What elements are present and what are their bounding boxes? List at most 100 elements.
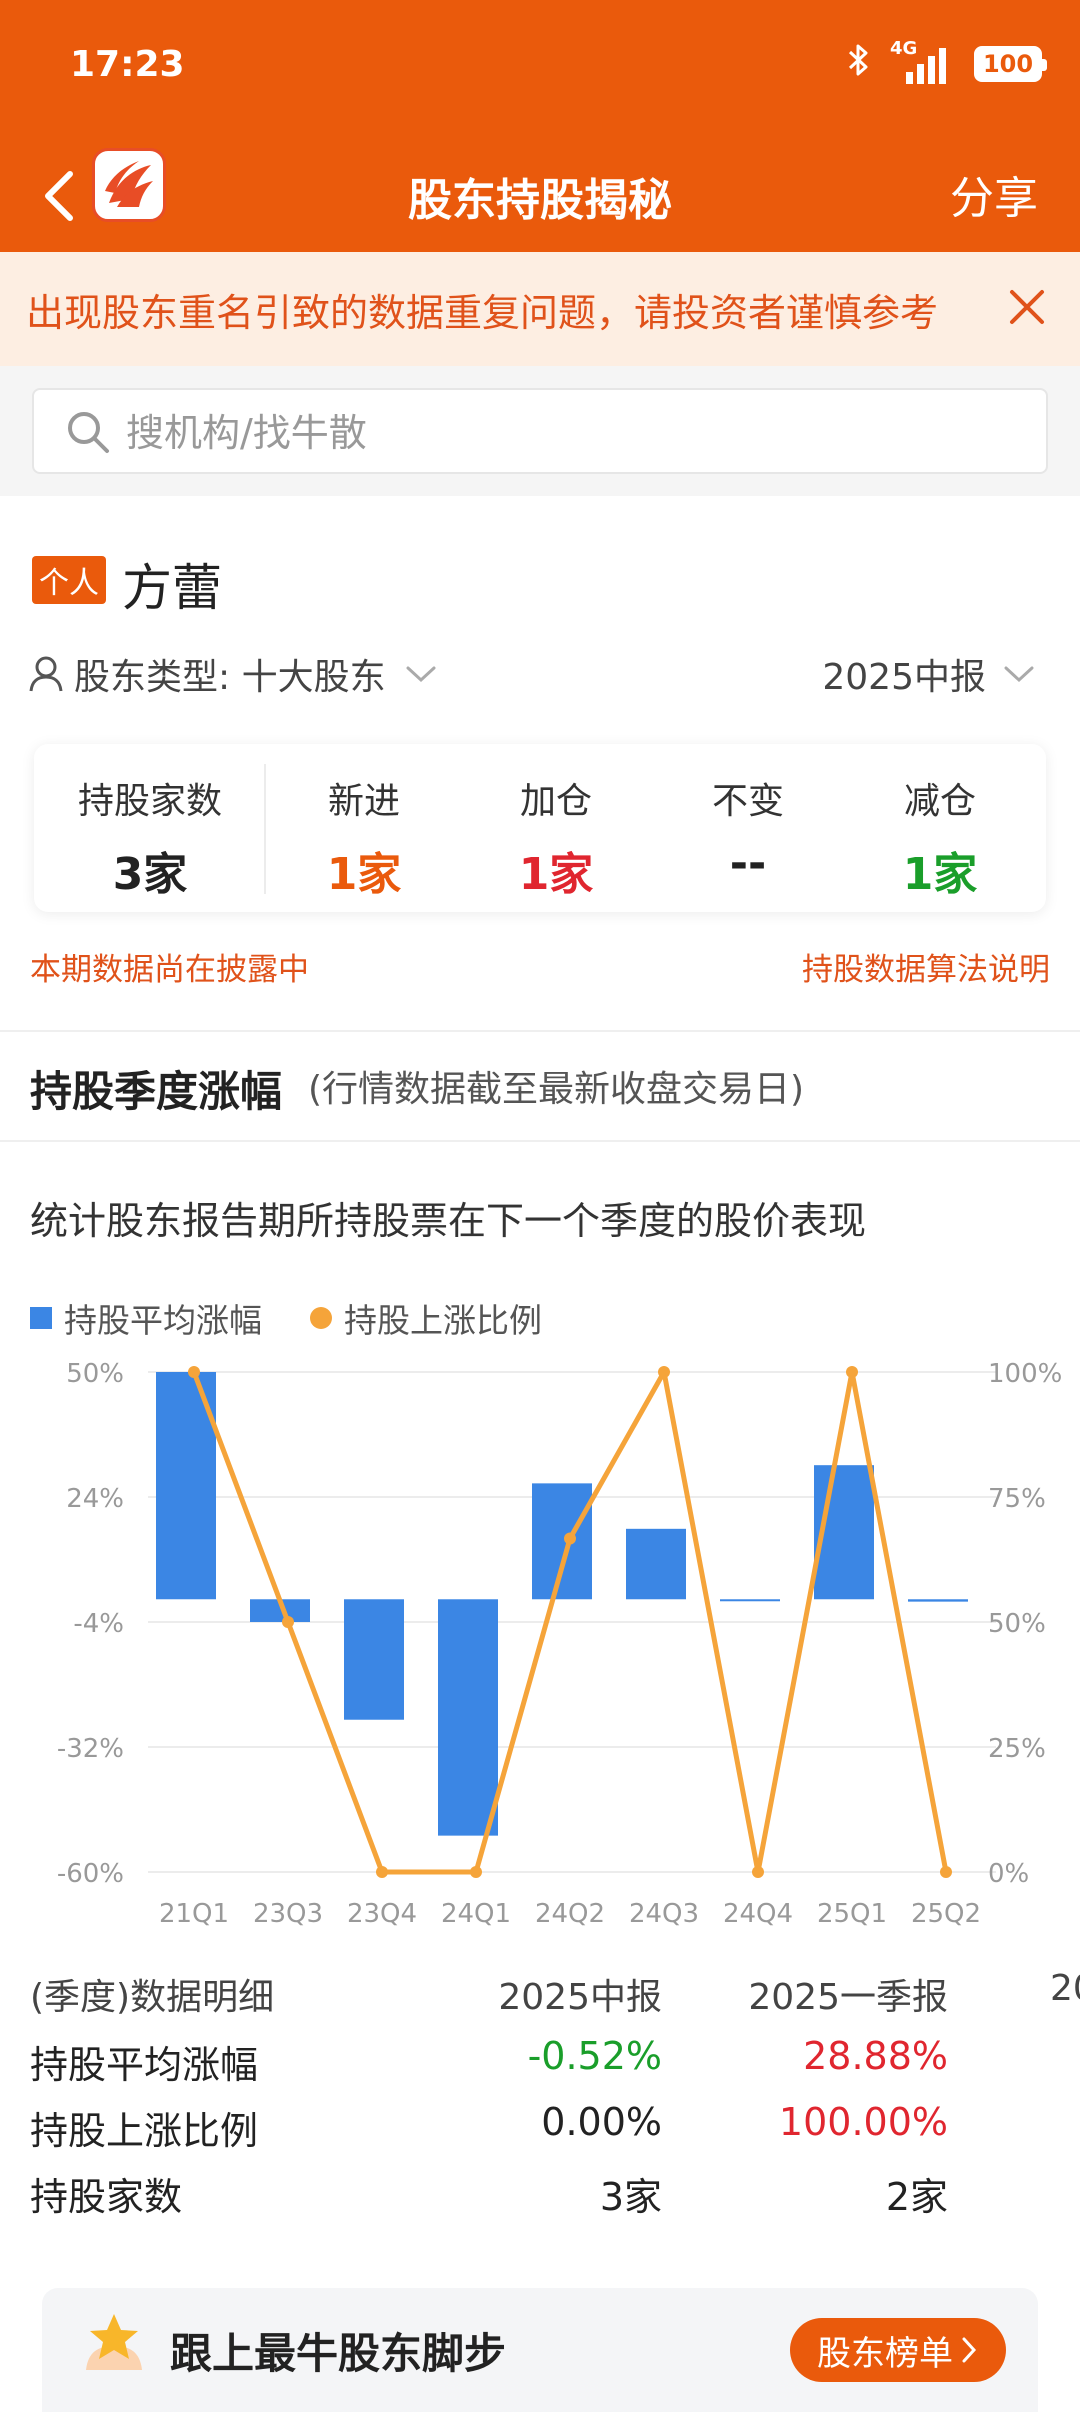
bar xyxy=(438,1599,498,1836)
table-row: 持股平均涨幅 -0.52% 28.88% xyxy=(30,2034,1080,2100)
shareholder-ranking-button[interactable]: 股东榜单 xyxy=(790,2318,1006,2382)
stat-unchanged[interactable]: 不变 -- xyxy=(688,772,808,889)
x-tick-label: 24Q2 xyxy=(535,1899,605,1929)
status-time: 17:23 xyxy=(70,44,185,85)
stat-add[interactable]: 加仓 1家 xyxy=(496,772,616,902)
nav-bar: 股东持股揭秘 分享 xyxy=(0,140,1080,252)
y-right-tick-label: 0% xyxy=(988,1859,1029,1889)
section-subtitle: (行情数据截至最新收盘交易日) xyxy=(308,1069,805,1110)
y-right-tick-label: 100% xyxy=(988,1359,1062,1389)
search-area xyxy=(0,366,1080,496)
stat-add-value: 1家 xyxy=(518,849,594,900)
x-tick-label: 24Q3 xyxy=(629,1899,699,1929)
table-header-col[interactable]: 20 xyxy=(1050,1968,1080,2009)
bar xyxy=(626,1528,686,1600)
search-icon xyxy=(64,408,112,456)
section-divider xyxy=(0,1140,1080,1142)
stat-reduce[interactable]: 减仓 1家 xyxy=(880,772,1000,902)
table-row-label: 持股平均涨幅 xyxy=(30,2043,259,2087)
status-bar: 17:23 4G 100 xyxy=(0,0,1080,140)
x-tick-label: 25Q1 xyxy=(817,1899,887,1929)
x-tick-label: 24Q1 xyxy=(441,1899,511,1929)
table-cell: 0.00% xyxy=(541,2100,662,2144)
section-divider xyxy=(0,1030,1080,1032)
stat-reduce-label: 减仓 xyxy=(903,781,976,822)
table-row: 持股上涨比例 0.00% 100.00% xyxy=(30,2100,1080,2166)
y-left-tick-label: -60% xyxy=(57,1859,124,1889)
bar xyxy=(532,1483,592,1600)
table-cell: 100.00% xyxy=(778,2100,948,2144)
profile-type-badge: 个人 xyxy=(32,556,106,604)
battery-icon: 100 xyxy=(974,46,1047,82)
notice-text: 出现股东重名引致的数据重复问题，请投资者谨慎参考 xyxy=(26,291,939,335)
page-title: 股东持股揭秘 xyxy=(408,175,672,226)
line-point xyxy=(658,1366,670,1378)
chart-description: 统计股东报告期所持股票在下一个季度的股价表现 xyxy=(30,1199,867,1243)
shareholder-ranking-label: 股东榜单 xyxy=(817,2333,953,2374)
quarterly-detail-table: (季度)数据明细 2025中报 2025一季报 20 持股平均涨幅 -0.52%… xyxy=(30,1968,1080,2232)
x-tick-label: 24Q4 xyxy=(723,1899,793,1929)
legend-line-swatch xyxy=(310,1307,332,1329)
line-point xyxy=(752,1866,764,1878)
stat-holdings-label: 持股家数 xyxy=(77,781,222,822)
y-right-tick-label: 50% xyxy=(988,1609,1046,1639)
section-title: 持股季度涨幅 xyxy=(30,1067,283,1116)
y-left-tick-label: 24% xyxy=(66,1484,124,1514)
y-right-tick-label: 25% xyxy=(988,1734,1046,1764)
line-point xyxy=(564,1532,576,1545)
table-cell: 3家 xyxy=(599,2175,662,2219)
y-left-tick-label: -4% xyxy=(73,1609,124,1639)
search-input[interactable] xyxy=(126,408,1006,458)
star-icon xyxy=(78,2308,150,2380)
legend-bar-label: 持股平均涨幅 xyxy=(64,1301,262,1340)
close-icon[interactable] xyxy=(1002,282,1052,332)
shareholder-name: 方蕾 xyxy=(122,559,222,617)
holdings-stats-card: 持股家数 3家 新进 1家 加仓 1家 不变 -- 减仓 1家 xyxy=(34,744,1046,912)
stat-divider xyxy=(264,764,266,894)
stat-holdings[interactable]: 持股家数 3家 xyxy=(60,772,240,902)
line-point xyxy=(188,1366,200,1378)
system-icons: 4G 100 xyxy=(848,38,1047,85)
x-tick-label: 25Q2 xyxy=(911,1899,981,1929)
x-tick-label: 23Q4 xyxy=(347,1899,417,1929)
stat-add-label: 加仓 xyxy=(519,781,592,822)
y-right-tick-label: 75% xyxy=(988,1484,1046,1514)
person-icon xyxy=(29,656,63,692)
legend-line-label: 持股上涨比例 xyxy=(344,1301,542,1340)
quarterly-return-chart: 50% 24% -4% -32% -60% 100% 75% 50% 25% 0% 21Q1 23Q3… xyxy=(57,1359,1063,1929)
y-left-tick-label: 50% xyxy=(66,1359,124,1389)
table-header-row: (季度)数据明细 2025中报 2025一季报 20 xyxy=(30,1968,1080,2034)
shareholder-type-selector[interactable]: 股东类型: 十大股东 xyxy=(28,648,438,700)
bar xyxy=(720,1599,780,1602)
line-point xyxy=(282,1616,294,1628)
stat-new-label: 新进 xyxy=(327,781,400,822)
stat-new-value: 1家 xyxy=(326,849,402,900)
table-cell: -0.52% xyxy=(527,2034,662,2078)
stat-new[interactable]: 新进 1家 xyxy=(304,772,424,902)
table-header-col[interactable]: 2025一季报 xyxy=(688,1968,948,2020)
table-row-label: 持股上涨比例 xyxy=(30,2109,259,2153)
report-period-label: 2025中报 xyxy=(822,657,986,698)
chart-legend: 持股平均涨幅 持股上涨比例 xyxy=(30,1294,542,1342)
line-point xyxy=(470,1866,482,1878)
table-header-label: (季度)数据明细 xyxy=(30,1977,275,2018)
table-row-label: 持股家数 xyxy=(30,2175,183,2219)
bluetooth-icon xyxy=(848,43,870,85)
disclosure-note: 本期数据尚在披露中 xyxy=(30,952,309,988)
share-button[interactable]: 分享 xyxy=(950,162,1038,226)
algorithm-note-link[interactable]: 持股数据算法说明 xyxy=(802,944,1050,989)
y-left-tick-label: -32% xyxy=(57,1734,124,1764)
line-point xyxy=(846,1366,858,1378)
table-header-col[interactable]: 2025中报 xyxy=(422,1968,662,2020)
report-period-selector[interactable]: 2025中报 xyxy=(822,648,1036,700)
x-tick-label: 21Q1 xyxy=(159,1899,229,1929)
line-point xyxy=(376,1866,388,1878)
promo-banner: 跟上最牛股东脚步 股东榜单 xyxy=(42,2288,1038,2412)
notice-banner: 出现股东重名引致的数据重复问题，请投资者谨慎参考 xyxy=(0,252,1080,366)
x-tick-label: 23Q3 xyxy=(253,1899,323,1929)
stat-unchanged-value: -- xyxy=(729,838,767,889)
chevron-down-icon xyxy=(406,666,436,683)
table-cell: 2家 xyxy=(885,2175,948,2219)
bar xyxy=(344,1599,404,1720)
search-box[interactable] xyxy=(32,388,1048,474)
